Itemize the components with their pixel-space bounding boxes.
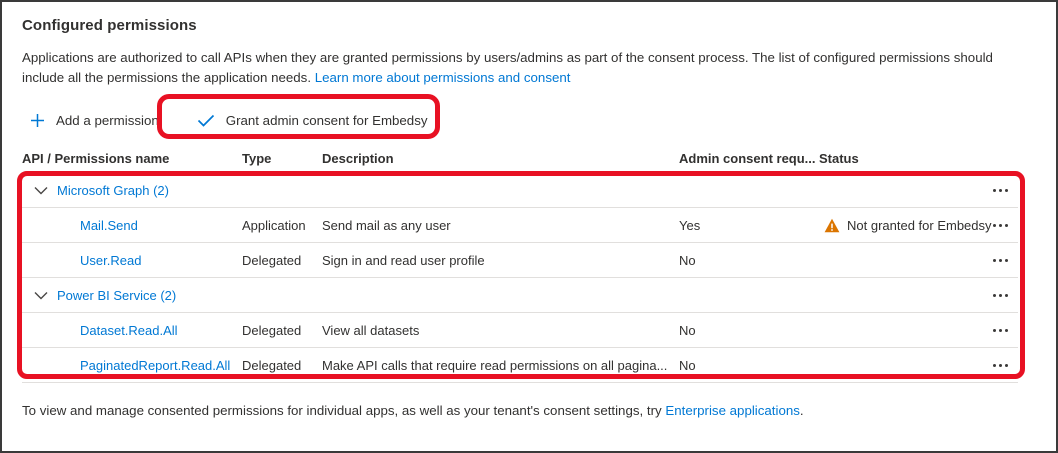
- column-header-description: Description: [322, 151, 394, 166]
- plus-icon: [30, 113, 45, 128]
- permission-name-link[interactable]: User.Read: [80, 253, 141, 268]
- column-header-admin-consent-required: Admin consent requ...: [679, 151, 816, 166]
- footer-text: To view and manage consented permissions…: [22, 403, 666, 418]
- more-actions-button[interactable]: [991, 290, 1010, 301]
- page-title: Configured permissions: [22, 17, 197, 34]
- permissions-table: Microsoft Graph (2) Mail.Send Applicatio…: [22, 173, 1018, 383]
- more-horizontal-icon: [992, 258, 996, 262]
- learn-more-link[interactable]: Learn more about permissions and consent: [315, 70, 571, 85]
- admin-consent-required-value: No: [679, 252, 696, 268]
- permission-description: Make API calls that require read permiss…: [322, 357, 668, 373]
- table-row-group[interactable]: Microsoft Graph (2): [22, 173, 1018, 208]
- more-actions-button[interactable]: [991, 325, 1010, 336]
- column-header-status: Status: [819, 151, 859, 166]
- permission-type: Delegated: [242, 322, 302, 338]
- more-actions-button[interactable]: [991, 360, 1010, 371]
- table-row-permission: User.Read Delegated Sign in and read use…: [22, 243, 1018, 278]
- permission-name-link[interactable]: Mail.Send: [80, 218, 138, 233]
- more-horizontal-icon: [992, 293, 996, 297]
- warning-icon: [824, 218, 840, 233]
- chevron-down-icon[interactable]: [34, 186, 48, 195]
- more-actions-button[interactable]: [991, 220, 1010, 231]
- column-header-api-permissions-name: API / Permissions name: [22, 151, 170, 166]
- table-row-permission: Mail.Send Application Send mail as any u…: [22, 208, 1018, 243]
- api-group-link[interactable]: Power BI Service (2): [57, 288, 176, 303]
- permission-type: Delegated: [242, 357, 302, 373]
- enterprise-applications-link[interactable]: Enterprise applications: [665, 403, 800, 418]
- permission-description: Sign in and read user profile: [322, 252, 485, 268]
- checkmark-icon: [197, 114, 215, 127]
- more-horizontal-icon: [992, 223, 996, 227]
- table-row-permission: Dataset.Read.All Delegated View all data…: [22, 313, 1018, 348]
- admin-consent-required-value: No: [679, 357, 696, 373]
- table-row-group[interactable]: Power BI Service (2): [22, 278, 1018, 313]
- admin-consent-required-value: No: [679, 322, 696, 338]
- command-bar: Add a permission Grant admin consent for…: [22, 104, 436, 136]
- intro-text: Applications are authorized to call APIs…: [22, 48, 1028, 88]
- column-header-type: Type: [242, 151, 272, 166]
- permission-name-link[interactable]: Dataset.Read.All: [80, 323, 178, 338]
- table-row-permission: PaginatedReport.Read.All Delegated Make …: [22, 348, 1018, 383]
- add-permission-label: Add a permission: [56, 112, 159, 128]
- more-actions-button[interactable]: [991, 255, 1010, 266]
- admin-consent-required-value: Yes: [679, 217, 701, 233]
- more-horizontal-icon: [992, 363, 996, 367]
- table-header: API / Permissions name Type Description …: [22, 144, 1018, 174]
- configured-permissions-page: { "header": { "title": "Configured permi…: [0, 0, 1058, 453]
- api-group-link[interactable]: Microsoft Graph (2): [57, 183, 169, 198]
- more-horizontal-icon: [992, 328, 996, 332]
- add-permission-button[interactable]: Add a permission: [22, 104, 167, 136]
- more-actions-button[interactable]: [991, 185, 1010, 196]
- more-horizontal-icon: [992, 188, 996, 192]
- permission-type: Delegated: [242, 252, 302, 268]
- permission-type: Application: [242, 217, 306, 233]
- footer-note: To view and manage consented permissions…: [22, 403, 804, 418]
- grant-admin-consent-button[interactable]: Grant admin consent for Embedsy: [189, 104, 436, 136]
- permission-description: View all datasets: [322, 322, 420, 338]
- grant-admin-consent-label: Grant admin consent for Embedsy: [225, 112, 428, 128]
- permission-description: Send mail as any user: [322, 217, 451, 233]
- status-text: Not granted for Embedsy: [847, 217, 992, 233]
- chevron-down-icon[interactable]: [34, 291, 48, 300]
- permission-name-link[interactable]: PaginatedReport.Read.All: [80, 358, 230, 373]
